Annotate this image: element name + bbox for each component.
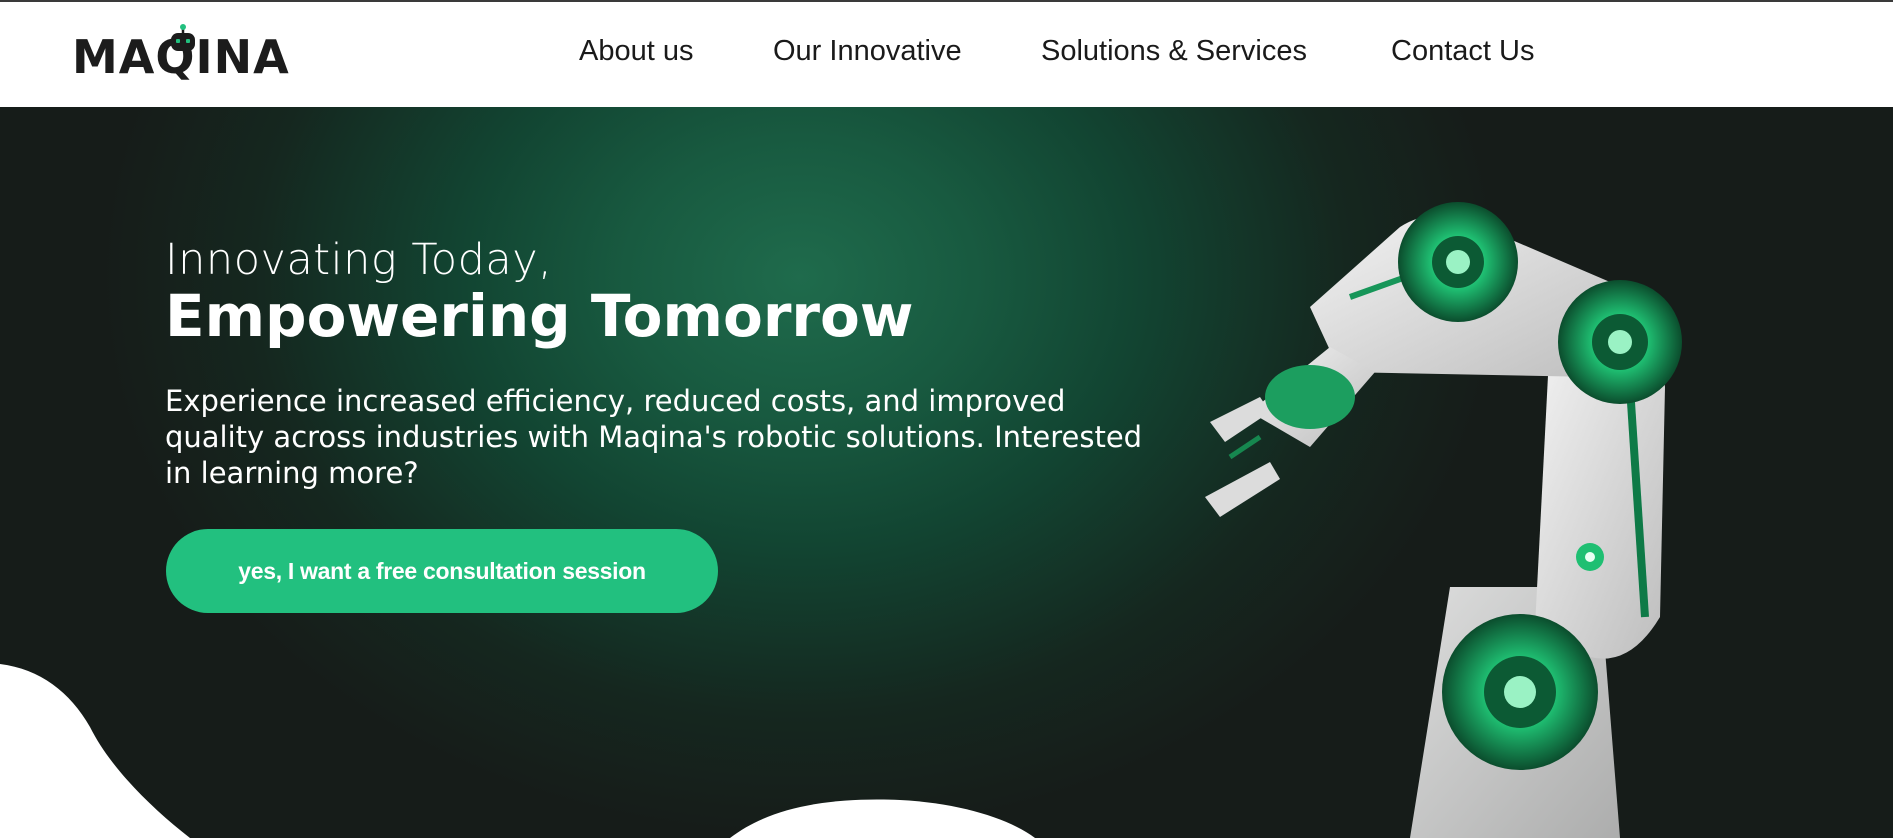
hero-headline-light: Innovating Today, — [165, 235, 553, 285]
robot-head-icon — [171, 24, 195, 51]
nav-item-solutions-services[interactable]: Solutions & Services — [1041, 35, 1307, 68]
nav-item-contact-us[interactable]: Contact Us — [1391, 35, 1534, 68]
free-consultation-button[interactable]: yes, I want a free consultation session — [166, 529, 718, 613]
nav-item-about-us[interactable]: About us — [579, 35, 693, 68]
hero-lead-line: in learning more? — [165, 456, 419, 490]
hero-headline-bold: Empowering Tomorrow — [165, 282, 914, 350]
robotic-arm-image — [1205, 202, 1682, 838]
brand-logo[interactable]: MAQINA — [72, 24, 312, 86]
site-header: MAQINA About us Our Innovative Solutions… — [0, 2, 1893, 107]
hero-lead-text: Experience increased efficiency, reduced… — [165, 383, 1185, 491]
hero-lead-line: quality across industries with Maqina's … — [165, 420, 1143, 454]
hero-lead-line: Experience increased efficiency, reduced… — [165, 384, 1066, 418]
nav-item-our-innovative[interactable]: Our Innovative — [773, 35, 962, 68]
hero-section: Innovating Today, Empowering Tomorrow Ex… — [0, 107, 1893, 838]
